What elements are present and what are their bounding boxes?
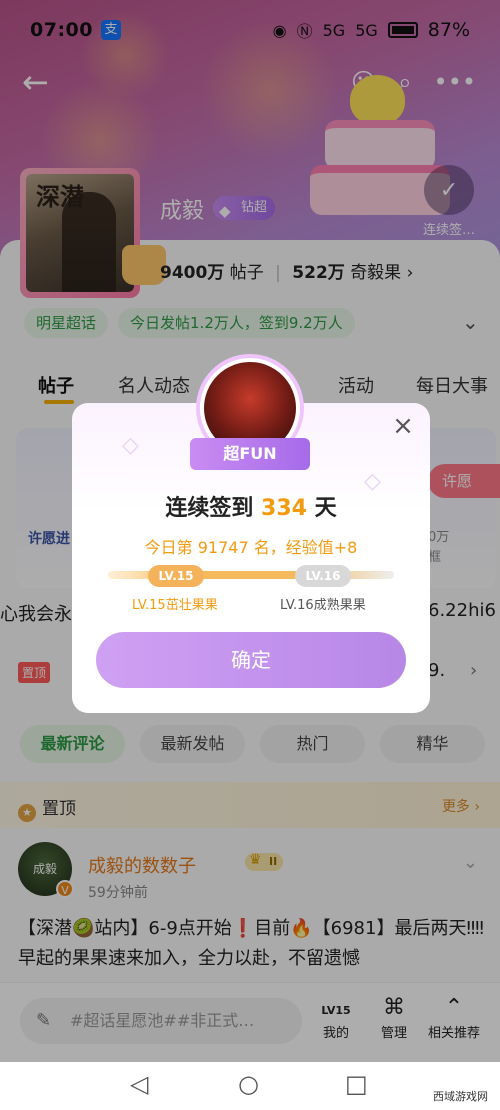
streak-title: 连续签到 334 天 xyxy=(72,490,430,522)
current-level-name: LV.15茁壮果果 xyxy=(132,598,218,613)
rank-subtitle: 今日第 91747 名，经验值+8 xyxy=(144,538,358,557)
home-circle-icon[interactable]: ○ xyxy=(238,1070,259,1098)
streak-prefix: 连续签到 xyxy=(165,496,254,521)
next-level-name: LV.16成熟果果 xyxy=(280,598,366,613)
close-icon[interactable]: × xyxy=(388,411,418,441)
watermark: 西域游戏网 xyxy=(427,1086,494,1106)
fun-ribbon: 超FUN xyxy=(190,438,310,470)
streak-days: 334 xyxy=(261,496,307,521)
next-level-pill: LV.16 xyxy=(295,565,351,587)
current-level-pill: LV.15 xyxy=(148,565,204,587)
diamond-icon: ◇ xyxy=(122,433,139,458)
system-nav-bar: ◁ ○ □ 西域游戏网 xyxy=(0,1062,500,1110)
recents-square-icon[interactable]: □ xyxy=(345,1070,368,1098)
back-triangle-icon[interactable]: ◁ xyxy=(130,1070,148,1098)
streak-suffix: 天 xyxy=(314,496,337,521)
confirm-button[interactable]: 确定 xyxy=(96,632,406,688)
